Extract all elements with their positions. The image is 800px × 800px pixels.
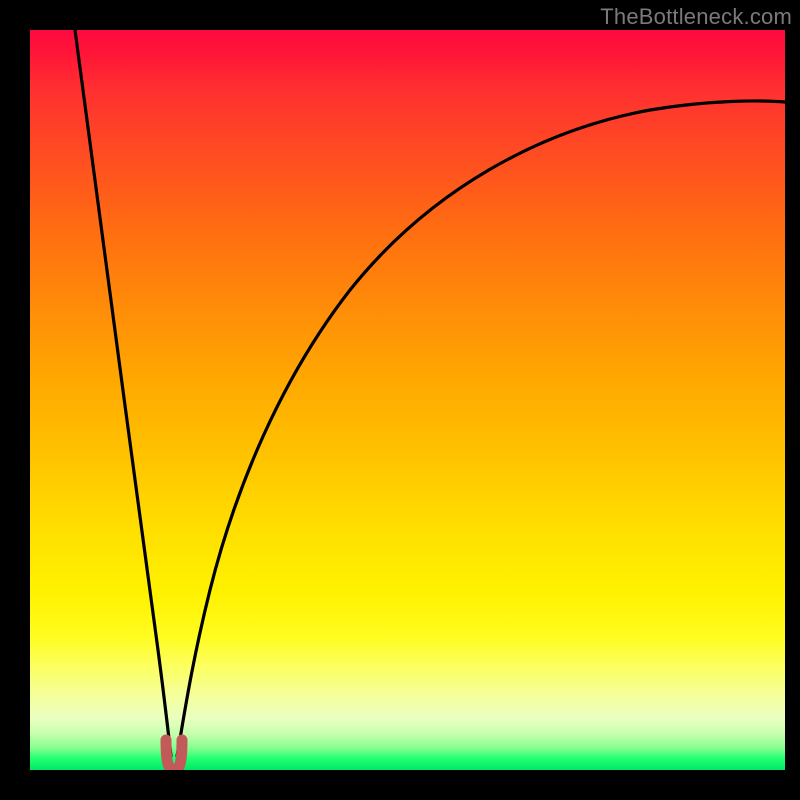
plot-area	[30, 30, 785, 770]
watermark-text: TheBottleneck.com	[600, 4, 792, 30]
right-curve	[177, 101, 785, 756]
chart-frame: TheBottleneck.com	[0, 0, 800, 800]
curve-layer	[30, 30, 785, 770]
min-marker	[166, 740, 182, 770]
left-curve	[75, 30, 171, 756]
